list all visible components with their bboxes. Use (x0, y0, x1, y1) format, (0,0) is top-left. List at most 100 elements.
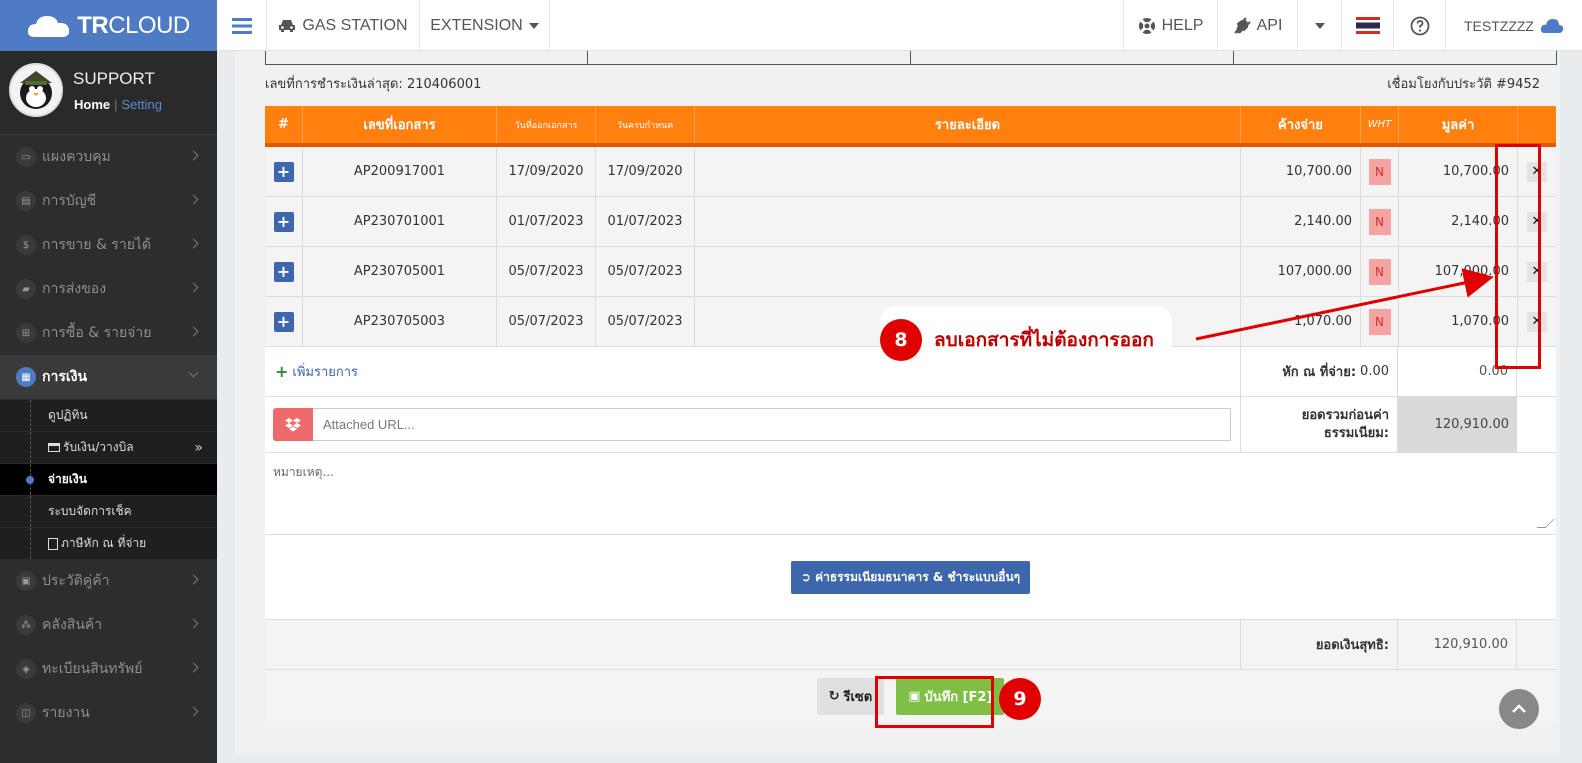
sidebar-item-dashboard[interactable]: ▭ แผงควบคุม (0, 135, 217, 179)
delete-row-button[interactable]: ✕ (1527, 261, 1547, 282)
wht-toggle[interactable]: N (1368, 258, 1391, 285)
sidebar-subitem-cheque[interactable]: ระบบจัดการเช็ค (0, 495, 217, 527)
help-label: HELP (1161, 16, 1204, 34)
resize-grip-icon[interactable] (1536, 519, 1555, 528)
book-icon: ▤ (16, 191, 36, 211)
sidebar-subitem-label: ภาษีหัก ณ ที่จ่าย (61, 536, 147, 550)
issue-date: 17/09/2020 (497, 147, 596, 196)
scroll-to-top-button[interactable] (1499, 689, 1539, 729)
sidebar-item-inventory[interactable]: ⁂ คลังสินค้า (0, 603, 217, 647)
save-label: บันทึก [F2] (924, 689, 993, 705)
sidebar-subitem-label: รับเงิน/วางบิล (63, 440, 134, 454)
action-buttons: ↻ รีเซต ▣ บันทึก [F2] (265, 670, 1556, 722)
expand-row-button[interactable]: + (273, 311, 294, 332)
sidebar-subitem-receive[interactable]: รับเงิน/วางบิล » (0, 431, 217, 463)
language-button[interactable] (1342, 0, 1394, 51)
sidebar-item-label: การส่งของ (42, 281, 107, 297)
user-menu[interactable]: TESTZZZZ (1446, 0, 1582, 51)
bank-fee-button[interactable]: ➲ ค่าธรรมเนียมธนาคาร & ชำระแบบอื่นๆ (790, 560, 1031, 594)
more-dropdown-button[interactable] (1298, 0, 1342, 51)
outstanding: 10,700.00 (1241, 147, 1361, 196)
chevron-up-icon (1512, 704, 1526, 713)
sidebar-item-contacts[interactable]: ▣ ประวัติคู่ค้า (0, 559, 217, 603)
sidebar-item-reports[interactable]: ◫ รายงาน (0, 691, 217, 735)
delete-row-button[interactable]: ✕ (1527, 161, 1547, 182)
attached-url-input[interactable]: Attached URL... (313, 408, 1231, 441)
note-placeholder: หมายเหตุ... (273, 465, 334, 479)
sidebar-item-assets[interactable]: ◈ ทะเบียนสินทรัพย์ (0, 647, 217, 691)
logo[interactable]: TRCLOUD (0, 0, 217, 51)
col-header-index: # (265, 106, 303, 143)
note-textarea[interactable]: หมายเหตุ... (265, 453, 1556, 535)
delete-row-button[interactable]: ✕ (1527, 311, 1547, 332)
question-icon (1410, 16, 1429, 35)
dropbox-button[interactable] (273, 408, 313, 441)
reset-button[interactable]: ↻ รีเซต (816, 677, 885, 715)
question-button[interactable] (1394, 0, 1446, 51)
avatar[interactable] (9, 63, 63, 117)
username: TESTZZZZ (1464, 17, 1534, 34)
sidebar-item-sales[interactable]: $ การขาย & รายได้ (0, 223, 217, 267)
caret-down-icon (528, 22, 539, 29)
menu-toggle-button[interactable] (217, 0, 267, 51)
wht-total: 0.00 (1398, 347, 1517, 396)
api-button[interactable]: API (1218, 0, 1298, 51)
sidebar-item-accounting[interactable]: ▤ การบัญชี (0, 179, 217, 223)
expand-row-button[interactable]: + (273, 161, 294, 182)
sidebar-item-label: รายงาน (42, 705, 90, 721)
plug-icon (1233, 16, 1251, 34)
sidebar-item-label: การซื้อ & รายจ่าย (42, 325, 152, 341)
delete-row-button[interactable]: ✕ (1527, 211, 1547, 232)
sidebar-item-label: การขาย & รายได้ (42, 237, 152, 253)
amount-field[interactable]: 10,700.00 (1399, 147, 1518, 196)
gas-station-menu[interactable]: GAS STATION (267, 0, 420, 51)
save-button[interactable]: ▣ บันทึก [F2] (896, 677, 1005, 715)
sidebar-item-shipping[interactable]: ▰ การส่งของ (0, 267, 217, 311)
sidebar-item-label: ทะเบียนสินทรัพย์ (42, 661, 143, 677)
link-history[interactable]: เชื่อมโยงกับประวัติ #9452 (1387, 73, 1540, 94)
help-button[interactable]: HELP (1123, 0, 1218, 51)
sidebar-subitem-calendar[interactable]: ดูปฏิทิน (0, 399, 217, 431)
sidebar-subitem-wht[interactable]: ภาษีหัก ณ ที่จ่าย (0, 527, 217, 559)
menu-icon (231, 17, 252, 34)
issue-date: 05/07/2023 (497, 247, 596, 296)
sidebar-item-finance[interactable]: ▦ การเงิน (0, 355, 217, 399)
amount-field[interactable]: 1,070.00 (1399, 297, 1518, 346)
expand-row-button[interactable]: + (273, 211, 294, 232)
floppy-icon: ▣ (908, 688, 921, 704)
sidebar-subitem-pay[interactable]: จ่ายเงิน (0, 463, 217, 495)
detail (695, 197, 1241, 246)
calendar-icon: ▦ (16, 367, 36, 387)
amount-field[interactable]: 2,140.00 (1399, 197, 1518, 246)
chevron-right-icon (188, 662, 199, 673)
wht-toggle[interactable]: N (1368, 208, 1391, 235)
chevron-right-icon (188, 150, 199, 161)
wht-toggle[interactable]: N (1368, 158, 1391, 185)
amount-field[interactable]: 107,000.00 (1399, 247, 1518, 296)
refresh-icon: ↻ (828, 688, 840, 704)
profile-panel: SUPPORT Home | Setting (0, 51, 217, 135)
pre-fee-label-line2: ธรรมเนียม: (1323, 425, 1389, 441)
outstanding: 1,070.00 (1241, 297, 1361, 346)
extension-label: EXTENSION (430, 16, 523, 34)
step-9-badge: 9 (999, 678, 1041, 720)
chevron-down-icon (188, 367, 199, 378)
chevron-right-icon (188, 574, 199, 585)
outstanding: 2,140.00 (1241, 197, 1361, 246)
outstanding: 107,000.00 (1241, 247, 1361, 296)
separator: | (114, 97, 118, 112)
api-label: API (1256, 16, 1283, 34)
extension-dropdown[interactable]: EXTENSION (420, 0, 550, 51)
wht-toggle[interactable]: N (1368, 308, 1391, 335)
sidebar-item-purchases[interactable]: ⊞ การซื้อ & รายจ่าย (0, 311, 217, 355)
wht-summary-label: หัก ณ ที่จ่าย: (1282, 365, 1357, 380)
setting-link[interactable]: Setting (122, 97, 162, 112)
table-header: # เลขที่เอกสาร วันที่ออกเอกสาร วันครบกำห… (265, 106, 1556, 147)
expand-row-button[interactable]: + (273, 261, 294, 282)
contact-icon: ▣ (16, 571, 36, 591)
net-total-row: ยอดเงินสุทธิ: 120,910.00 (265, 620, 1556, 670)
plus-icon: + (275, 362, 289, 381)
sidebar-subitem-label: ดูปฏิทิน (48, 408, 88, 422)
home-link[interactable]: Home (74, 97, 110, 112)
chevron-right-icon (188, 326, 199, 337)
